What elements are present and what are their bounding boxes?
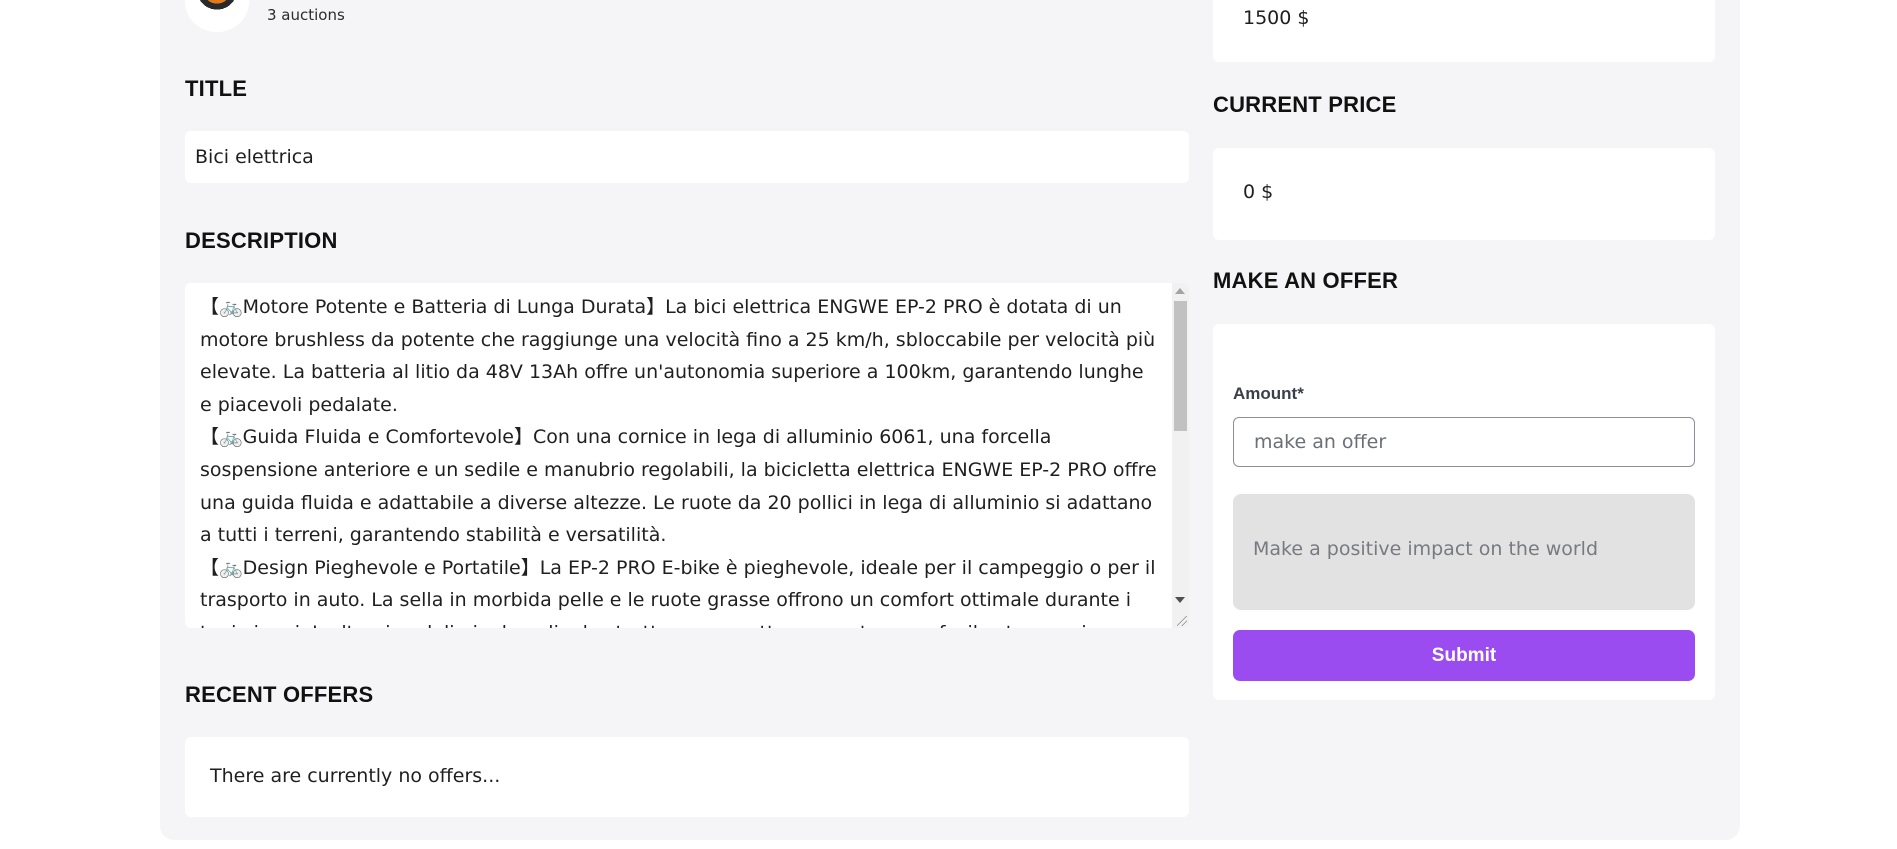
title-field: Bici elettrica <box>185 131 1189 183</box>
no-offers-message: There are currently no offers... <box>210 765 501 787</box>
recent-offers-heading: RECENT OFFERS <box>185 682 374 707</box>
avatar-image <box>197 0 237 16</box>
recent-offers-list: There are currently no offers... <box>185 737 1189 817</box>
description-text: 【🚲Motore Potente e Batteria di Lunga Dur… <box>200 291 1160 628</box>
description-paragraph: 【🚲Design Pieghevole e Portatile】La EP-2 … <box>200 556 1156 628</box>
current-price-card: 0 $ <box>1213 148 1715 240</box>
description-textarea[interactable]: 【🚲Motore Potente e Batteria di Lunga Dur… <box>185 283 1189 628</box>
description-paragraph: 【🚲Motore Potente e Batteria di Lunga Dur… <box>200 296 1156 416</box>
resize-handle-icon[interactable] <box>1177 616 1187 626</box>
offer-form: Amount* Submit <box>1213 324 1715 700</box>
scroll-down-arrow-icon[interactable] <box>1175 597 1185 603</box>
submit-offer-button[interactable]: Submit <box>1233 630 1695 681</box>
amount-label: Amount* <box>1233 384 1304 403</box>
scroll-up-arrow-icon[interactable] <box>1175 288 1185 294</box>
current-price-value: 0 $ <box>1243 181 1274 203</box>
offer-message-textarea[interactable] <box>1233 494 1695 610</box>
description-scrollbar[interactable] <box>1172 283 1189 628</box>
title-heading: TITLE <box>185 76 248 101</box>
title-value: Bici elettrica <box>195 146 314 168</box>
amount-input[interactable] <box>1233 417 1695 467</box>
description-paragraph: 【🚲Guida Fluida e Comfortevole】Con una co… <box>200 426 1157 547</box>
starting-price-card: 1500 $ <box>1213 0 1715 62</box>
scrollbar-thumb[interactable] <box>1174 301 1187 431</box>
starting-price-value: 1500 $ <box>1243 7 1310 29</box>
description-heading: DESCRIPTION <box>185 228 338 253</box>
current-price-heading: CURRENT PRICE <box>1213 92 1397 117</box>
make-offer-heading: MAKE AN OFFER <box>1213 268 1399 293</box>
seller-auctions-count: 3 auctions <box>267 6 345 24</box>
